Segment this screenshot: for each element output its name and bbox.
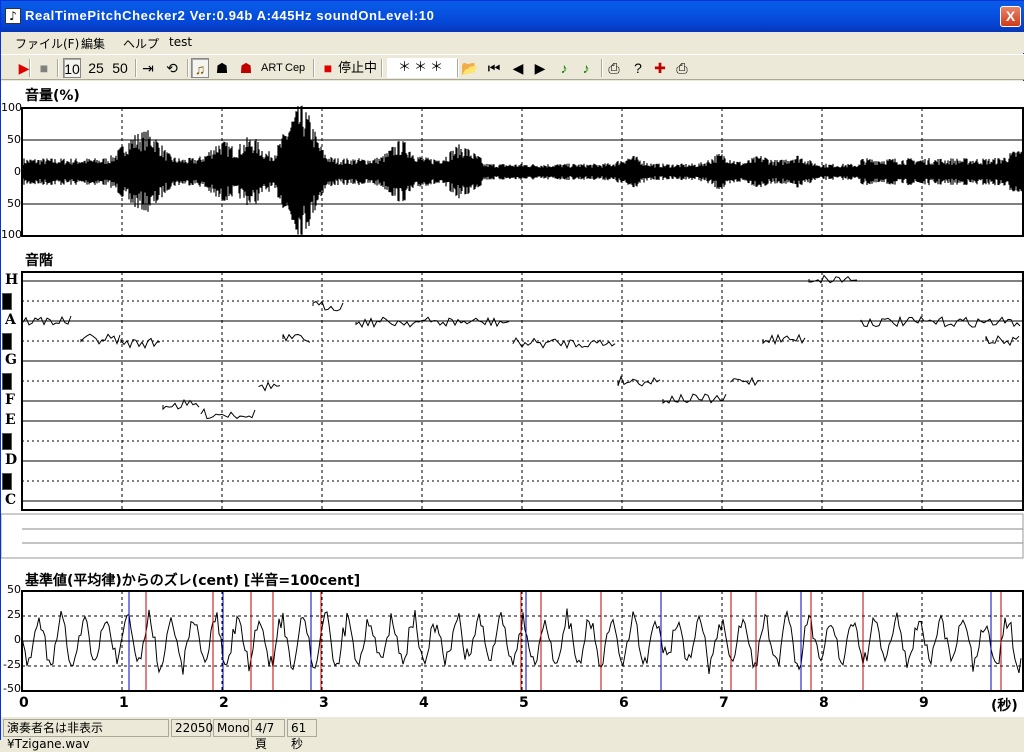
scale-plot-frame (21, 271, 1024, 511)
x-tick-label: 5 (519, 695, 529, 711)
x-tick-label: 0 (19, 695, 29, 711)
toolbar-separator (601, 59, 603, 77)
status-channels: Mono (213, 719, 250, 737)
cep-button[interactable]: Cep (285, 58, 305, 78)
x-tick-label: 4 (419, 695, 429, 711)
status-label: 停止中 (338, 60, 378, 75)
x-tick-label: 3 (319, 695, 329, 711)
title-bar[interactable]: ♪ RealTimePitchChecker2 Ver:0.94b A:445H… (1, 1, 1024, 32)
close-button[interactable]: X (1000, 6, 1021, 27)
toolbar-separator (135, 59, 137, 77)
menu-edit[interactable]: 編集 (81, 35, 105, 52)
toolbar-separator (381, 59, 383, 77)
print-icon[interactable]: ⎙ (605, 58, 623, 78)
speed-25-button[interactable]: 25 (87, 58, 105, 78)
x-tick-label: 7 (719, 695, 729, 711)
stop-icon[interactable]: ■ (35, 58, 53, 78)
record-stop-icon[interactable]: ■ (319, 58, 337, 78)
x-unit-label: (秒) (991, 698, 1018, 714)
violin-icon[interactable]: ♫ (191, 58, 209, 78)
pitch-roll-band (1, 513, 1024, 559)
menu-bar: ファイル(F) 編集 ヘルプ test (1, 32, 1024, 53)
note-green2-icon[interactable]: ♪ (577, 58, 595, 78)
toolbar-separator (29, 59, 31, 77)
status-rate: 22050 (171, 719, 213, 737)
menu-file[interactable]: ファイル(F) (15, 35, 79, 52)
jump-end-icon[interactable]: ⇥ (139, 58, 157, 78)
toolbar: ▶ ■ 10 25 50 ⇥ ⟲ ♫ ☗ ☗ ART Cep ■ 📂 ⏮ ◀ ▶ ♪ ♪ ⎙? ✚ ⎙ 停止中 ＊＊＊ (1, 54, 1024, 80)
toolbar-separator (187, 59, 189, 77)
status-duration: 61秒 (287, 719, 317, 751)
app-logo-icon: ♪ (5, 8, 21, 24)
speed-50-button[interactable]: 50 (111, 58, 129, 78)
app-window: ♪ RealTimePitchChecker2 Ver:0.94b A:445H… (0, 0, 1024, 751)
note-green-icon[interactable]: ♪ (555, 58, 573, 78)
status-bar: 演奏者名は非表示¥Tzigane.wav 22050 Mono 4/7頁 61秒 (1, 717, 1024, 751)
help-icon[interactable]: ? (629, 58, 647, 78)
menu-test[interactable]: test (169, 35, 192, 49)
x-tick-label: 2 (219, 695, 229, 711)
toolbar-separator (313, 59, 315, 77)
open-folder-icon[interactable]: 📂 (461, 58, 479, 78)
singer-icon[interactable]: ☗ (213, 58, 231, 78)
graph-area: 音量(%) 音階 基準値(平均律)からのズレ(cent) [半音=100cent… (1, 81, 1024, 717)
toolbar-separator (57, 59, 59, 77)
singer-red-icon[interactable]: ☗ (237, 58, 255, 78)
loop-icon[interactable]: ⟲ (163, 58, 181, 78)
x-tick-label: 9 (919, 695, 929, 711)
speed-10-button[interactable]: 10 (63, 58, 81, 78)
status-page: 4/7頁 (251, 719, 285, 751)
first-page-icon[interactable]: ⏮ (485, 58, 503, 78)
x-tick-label: 8 (819, 695, 829, 711)
status-value: ＊＊＊ (387, 58, 457, 78)
status-file: 演奏者名は非表示¥Tzigane.wav (3, 719, 169, 751)
x-tick-label: 6 (619, 695, 629, 711)
print2-icon[interactable]: ⎙ (673, 58, 691, 78)
window-title: RealTimePitchChecker2 Ver:0.94b A:445Hz … (25, 8, 435, 23)
plots-canvas[interactable] (1, 81, 1024, 717)
toolbar-separator (457, 59, 459, 77)
next-page-icon[interactable]: ▶ (531, 58, 549, 78)
menu-help[interactable]: ヘルプ (123, 35, 159, 52)
art-button[interactable]: ART (261, 58, 283, 78)
marker-icon[interactable]: ✚ (651, 58, 669, 78)
prev-page-icon[interactable]: ◀ (509, 58, 527, 78)
x-tick-label: 1 (119, 695, 129, 711)
